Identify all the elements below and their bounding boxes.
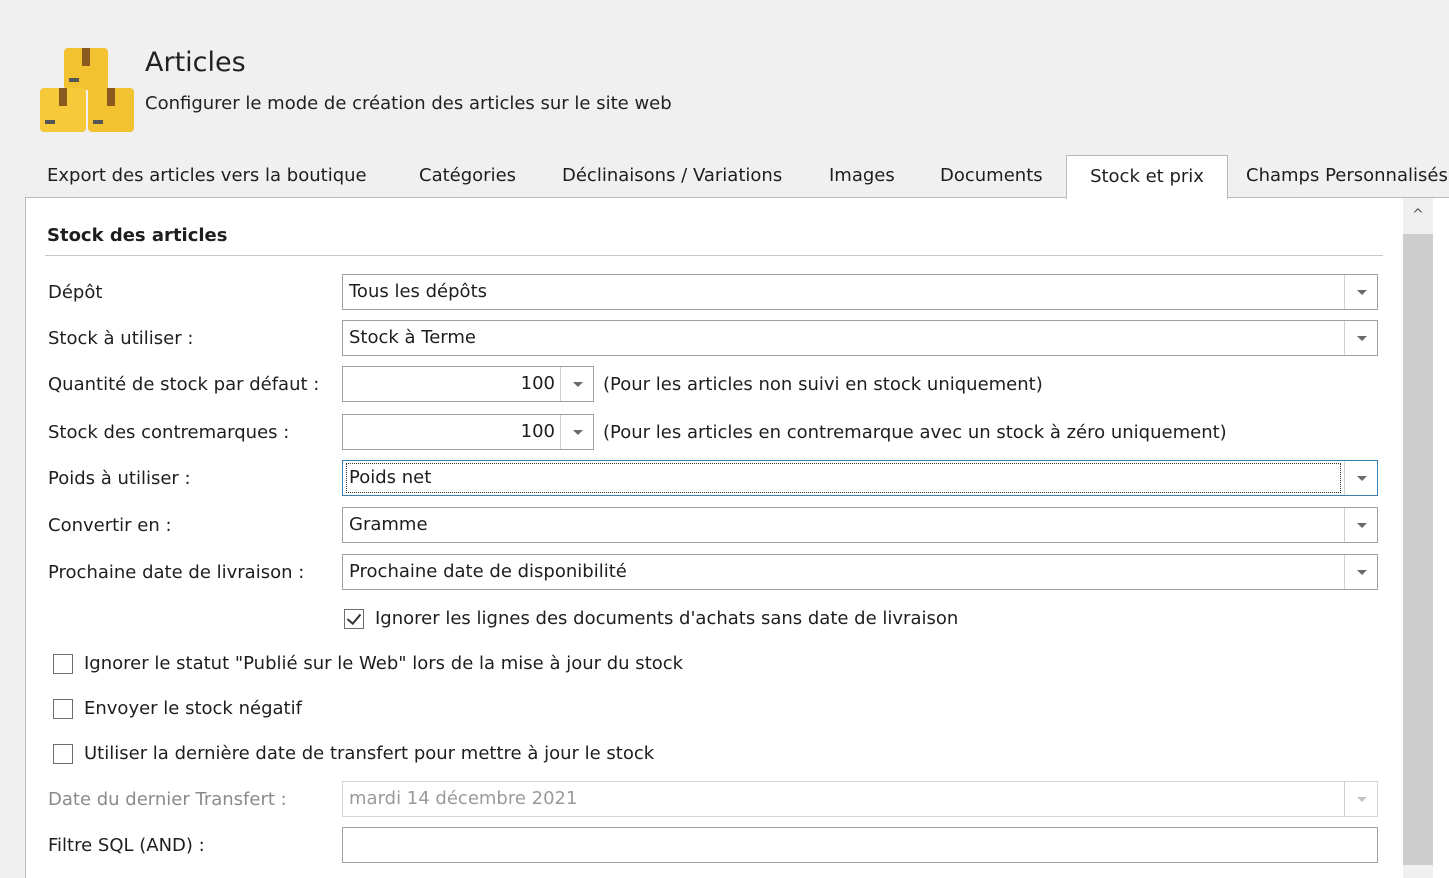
- chevron-down-icon[interactable]: [1344, 275, 1377, 309]
- quantite-defaut-hint: (Pour les articles non suivi en stock un…: [603, 374, 1043, 395]
- prochaine-date-label: Prochaine date de livraison :: [48, 562, 305, 583]
- date-transfert-value: mardi 14 décembre 2021: [349, 788, 578, 809]
- tab-export-articles[interactable]: Export des articles vers la boutique: [33, 155, 381, 197]
- depot-select[interactable]: Tous les dépôts: [342, 274, 1378, 310]
- ignorer-lignes-checkbox[interactable]: [344, 609, 364, 629]
- chevron-down-icon[interactable]: [560, 367, 593, 401]
- tab-stock-et-prix[interactable]: Stock et prix: [1066, 155, 1228, 199]
- page-title: Articles: [145, 47, 246, 78]
- prochaine-date-select[interactable]: Prochaine date de disponibilité: [342, 554, 1378, 590]
- quantite-defaut-label: Quantité de stock par défaut :: [48, 374, 320, 395]
- tab-declinaisons[interactable]: Déclinaisons / Variations: [548, 155, 796, 197]
- ignorer-statut-label[interactable]: Ignorer le statut "Publié sur le Web" lo…: [84, 653, 683, 674]
- poids-select[interactable]: Poids net: [342, 460, 1378, 496]
- stock-contremarques-value: 100: [520, 421, 555, 442]
- poids-value: Poids net: [346, 463, 1341, 493]
- depot-label: Dépôt: [48, 282, 103, 303]
- convertir-select[interactable]: Gramme: [342, 507, 1378, 543]
- prochaine-date-value: Prochaine date de disponibilité: [349, 561, 627, 582]
- stock-negatif-label[interactable]: Envoyer le stock négatif: [84, 698, 302, 719]
- stock-a-utiliser-label: Stock à utiliser :: [48, 328, 194, 349]
- quantite-defaut-value: 100: [520, 373, 555, 394]
- stock-contremarques-label: Stock des contremarques :: [48, 422, 290, 443]
- convertir-label: Convertir en :: [48, 515, 172, 536]
- derniere-date-checkbox[interactable]: [53, 744, 73, 764]
- stock-a-utiliser-value: Stock à Terme: [349, 327, 476, 348]
- date-transfert-picker: mardi 14 décembre 2021: [342, 781, 1378, 817]
- convertir-value: Gramme: [349, 514, 428, 535]
- section-divider: [45, 255, 1383, 256]
- scrollbar-thumb[interactable]: [1403, 234, 1433, 865]
- tab-documents[interactable]: Documents: [926, 155, 1057, 197]
- page-subtitle: Configurer le mode de création des artic…: [145, 93, 672, 114]
- chevron-down-icon[interactable]: [1344, 461, 1377, 495]
- ignorer-lignes-label[interactable]: Ignorer les lignes des documents d'achat…: [375, 608, 958, 629]
- ignorer-statut-checkbox[interactable]: [53, 654, 73, 674]
- tab-images[interactable]: Images: [815, 155, 909, 197]
- chevron-down-icon[interactable]: [1344, 321, 1377, 355]
- tab-categories[interactable]: Catégories: [405, 155, 530, 197]
- stock-contremarques-hint: (Pour les articles en contremarque avec …: [603, 422, 1227, 443]
- chevron-down-icon[interactable]: [560, 415, 593, 449]
- depot-value: Tous les dépôts: [349, 281, 488, 302]
- filtre-sql-label: Filtre SQL (AND) :: [48, 835, 205, 856]
- section-title: Stock des articles: [47, 225, 228, 246]
- chevron-down-icon: [1344, 782, 1377, 816]
- chevron-down-icon[interactable]: [1344, 555, 1377, 589]
- stock-a-utiliser-select[interactable]: Stock à Terme: [342, 320, 1378, 356]
- stock-contremarques-stepper[interactable]: 100: [342, 414, 594, 450]
- stock-negatif-checkbox[interactable]: [53, 699, 73, 719]
- date-transfert-label: Date du dernier Transfert :: [48, 789, 287, 810]
- filtre-sql-input[interactable]: [342, 827, 1378, 863]
- boxes-icon: [38, 44, 138, 134]
- derniere-date-label[interactable]: Utiliser la dernière date de transfert p…: [84, 743, 654, 764]
- tab-champs-personnalises[interactable]: Champs Personnalisés: [1232, 155, 1449, 197]
- chevron-down-icon[interactable]: [1344, 508, 1377, 542]
- poids-label: Poids à utiliser :: [48, 468, 191, 489]
- quantite-defaut-stepper[interactable]: 100: [342, 366, 594, 402]
- scroll-up-icon[interactable]: ^: [1403, 198, 1433, 232]
